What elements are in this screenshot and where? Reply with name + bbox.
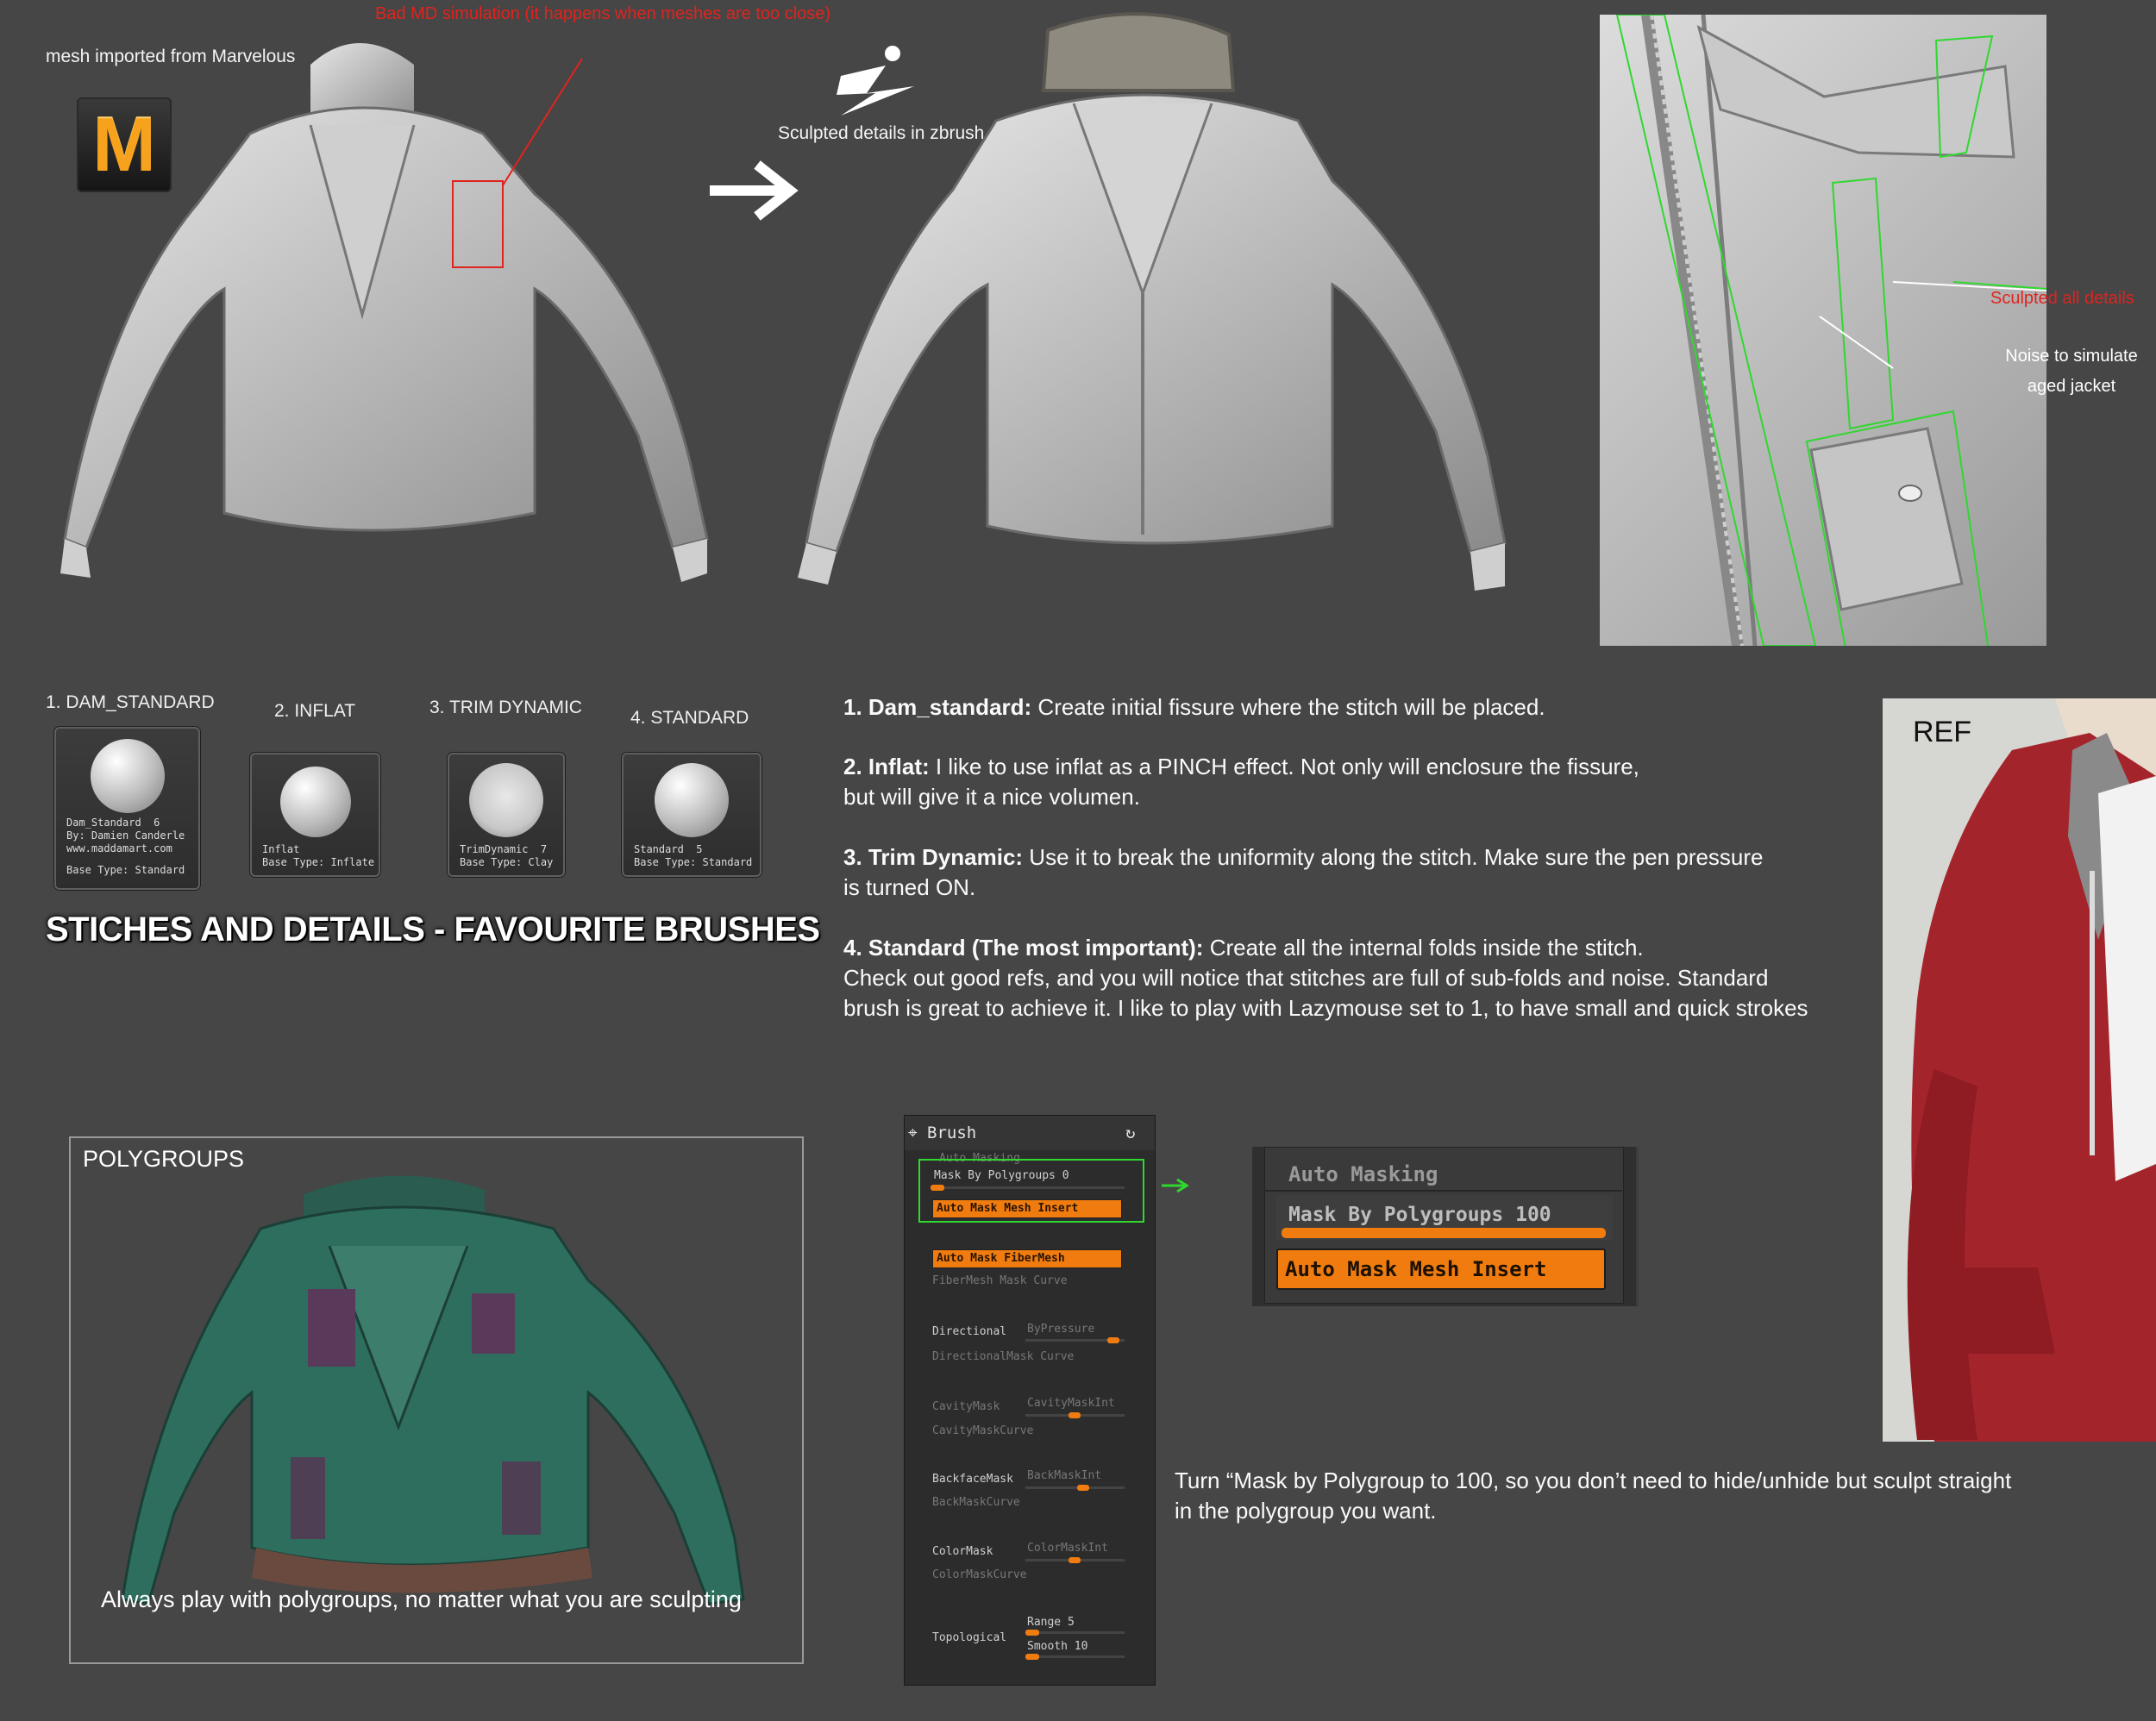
tip-head: 4. Standard (The most important): bbox=[843, 935, 1204, 961]
mask-fill bbox=[1282, 1228, 1606, 1238]
back-mask-int-slider[interactable]: BackMaskInt bbox=[1027, 1469, 1101, 1483]
highlight-box bbox=[918, 1159, 1144, 1223]
jacket-closeup-render bbox=[1600, 15, 2046, 646]
brush-name: Inflat bbox=[262, 843, 300, 855]
brush-panel-header: ⌖ Brush ↻ bbox=[905, 1116, 1155, 1150]
brush-card-trim-dynamic[interactable]: TrimDynamic 7 Base Type: Clay bbox=[448, 753, 565, 877]
auto-mask-fibermesh-toggle[interactable]: Auto Mask FiberMesh bbox=[932, 1249, 1122, 1268]
noise-note-line-1: Noise to simulate bbox=[2005, 347, 2138, 366]
tip-trim-dynamic: 3. Trim Dynamic: Use it to break the uni… bbox=[843, 842, 1878, 903]
brush-name: TrimDynamic 7 bbox=[460, 843, 548, 855]
range-track[interactable] bbox=[1025, 1630, 1125, 1636]
bad-simulation-note: Bad MD simulation (it happens when meshe… bbox=[375, 4, 831, 23]
brush-name: Standard 5 bbox=[634, 843, 703, 855]
directional-toggle[interactable]: Directional bbox=[932, 1325, 1006, 1339]
brush-website: www.maddamart.com bbox=[66, 842, 172, 854]
directional-mask-curve[interactable]: DirectionalMask Curve bbox=[932, 1350, 1074, 1364]
tip-body-3: brush is great to achieve it. I like to … bbox=[843, 995, 1808, 1021]
favourite-brushes-heading: STICHES AND DETAILS - FAVOURITE BRUSHES bbox=[46, 911, 820, 948]
brush-title-trim-dynamic: 3. TRIM DYNAMIC bbox=[429, 698, 582, 717]
color-mask-toggle[interactable]: ColorMask bbox=[932, 1545, 993, 1559]
brush-panel-title: Brush bbox=[927, 1123, 977, 1142]
polygroups-caption: Always play with polygroups, no matter w… bbox=[101, 1586, 742, 1612]
mask-track[interactable] bbox=[1282, 1228, 1606, 1238]
range-slider[interactable]: Range 5 bbox=[1027, 1616, 1075, 1630]
brush-base-type: Base Type: Inflate bbox=[262, 856, 375, 868]
note-line-2: in the polygroup you want. bbox=[1175, 1498, 1437, 1524]
color-mask-int-slider[interactable]: ColorMaskInt bbox=[1027, 1542, 1108, 1555]
jacket-render-marvelous bbox=[52, 30, 750, 582]
brush-title-standard: 4. STANDARD bbox=[630, 708, 749, 728]
tip-body-2: Check out good refs, and you will notice… bbox=[843, 965, 1769, 991]
tip-dam-standard: 1. Dam_standard: Create initial fissure … bbox=[843, 692, 1878, 723]
page: { "top": { "md_label": "mesh imported fr… bbox=[0, 0, 2156, 1721]
polygroups-panel: POLYGROUPS Always play with polygroups, … bbox=[69, 1136, 804, 1664]
divider bbox=[1264, 1190, 1622, 1192]
fibermesh-mask-curve[interactable]: FiberMesh Mask Curve bbox=[932, 1274, 1068, 1288]
tip-head: 1. Dam_standard: bbox=[843, 694, 1032, 720]
tip-body: Use it to break the uniformity along the… bbox=[1023, 844, 1764, 870]
brush-card-inflat[interactable]: Inflat Base Type: Inflate bbox=[250, 753, 380, 877]
reference-photo: REF bbox=[1883, 698, 2156, 1442]
dam-standard-brush-icon bbox=[90, 739, 165, 813]
mask-by-polygroup-note: Turn “Mask by Polygroup to 100, so you d… bbox=[1175, 1466, 2011, 1526]
auto-mask-mesh-insert-zoom-toggle[interactable]: Auto Mask Mesh Insert bbox=[1276, 1249, 1606, 1290]
zbrush-brush-panel: ⌖ Brush ↻ Auto Masking Mask By Polygroup… bbox=[904, 1115, 1156, 1686]
tip-body: I like to use inflat as a PINCH effect. … bbox=[929, 754, 1639, 779]
noise-note: Noise to simulate aged jacket bbox=[1994, 341, 2149, 402]
mask-by-polygroups-zoom-label: Mask By Polygroups 100 bbox=[1288, 1204, 1551, 1226]
brush-card-dam-standard[interactable]: Dam_Standard 6 By: Damien Canderle www.m… bbox=[54, 727, 200, 890]
by-pressure-slider[interactable]: ByPressure bbox=[1027, 1323, 1094, 1336]
polygroups-jacket-render bbox=[121, 1168, 761, 1612]
brush-title-dam-standard: 1. DAM_STANDARD bbox=[46, 692, 215, 712]
auto-masking-zoom: Auto Masking Mask By Polygroups 100 Auto… bbox=[1252, 1147, 1639, 1306]
smooth-slider[interactable]: Smooth 10 bbox=[1027, 1640, 1087, 1654]
brush-card-standard[interactable]: Standard 5 Base Type: Standard bbox=[622, 753, 761, 877]
back-mask-int-track[interactable] bbox=[1025, 1485, 1125, 1491]
inflat-brush-icon bbox=[279, 767, 351, 837]
standard-brush-icon bbox=[655, 763, 729, 837]
backface-mask-toggle[interactable]: BackfaceMask bbox=[932, 1473, 1013, 1486]
jacket-render-zbrush bbox=[780, 9, 1539, 604]
cavity-mask-int-slider[interactable]: CavityMaskInt bbox=[1027, 1397, 1115, 1411]
tip-body: Create initial fissure where the stitch … bbox=[1031, 694, 1545, 720]
smooth-track[interactable] bbox=[1025, 1654, 1125, 1660]
back-mask-curve[interactable]: BackMaskCurve bbox=[932, 1496, 1020, 1510]
tip-body-2: but will give it a nice volumen. bbox=[843, 784, 1140, 810]
brush-name: Dam_Standard 6 bbox=[66, 817, 160, 829]
mask-by-polygroups-zoom-slider[interactable]: Mask By Polygroups 100 bbox=[1276, 1195, 1613, 1240]
color-mask-int-track[interactable] bbox=[1025, 1557, 1125, 1563]
ref-label: REF bbox=[1913, 716, 1971, 748]
tip-standard: 4. Standard (The most important): Create… bbox=[843, 933, 1887, 1023]
brush-author: By: Damien Canderle bbox=[66, 829, 185, 842]
color-mask-curve[interactable]: ColorMaskCurve bbox=[932, 1568, 1027, 1582]
cavity-mask-int-track[interactable] bbox=[1025, 1412, 1125, 1418]
brush-base-type: Base Type: Standard bbox=[66, 864, 185, 876]
tip-body-2: is turned ON. bbox=[843, 874, 976, 900]
brush-base-type: Base Type: Standard bbox=[634, 856, 753, 868]
cavity-mask-toggle[interactable]: CavityMask bbox=[932, 1400, 1000, 1414]
auto-mask-mesh-insert-zoom-label: Auto Mask Mesh Insert bbox=[1285, 1257, 1547, 1281]
topological-toggle[interactable]: Topological bbox=[932, 1631, 1006, 1645]
note-line-1: Turn “Mask by Polygroup to 100, so you d… bbox=[1175, 1468, 2012, 1493]
tip-head: 3. Trim Dynamic: bbox=[843, 844, 1024, 870]
arrow-right-icon bbox=[1160, 1177, 1191, 1198]
move-handle-icon[interactable]: ⌖ bbox=[908, 1116, 918, 1150]
tip-inflat: 2. Inflat: I like to use inflat as a PIN… bbox=[843, 752, 1878, 812]
tip-head: 2. Inflat: bbox=[843, 754, 930, 779]
trim-dynamic-brush-icon bbox=[469, 763, 543, 837]
cavity-mask-curve[interactable]: CavityMaskCurve bbox=[932, 1424, 1033, 1438]
brush-title-inflat: 2. INFLAT bbox=[274, 701, 356, 721]
refresh-icon[interactable]: ↻ bbox=[1125, 1116, 1135, 1150]
brush-base-type: Base Type: Clay bbox=[460, 856, 554, 868]
auto-masking-zoom-title: Auto Masking bbox=[1288, 1162, 1438, 1186]
noise-note-line-2: aged jacket bbox=[2027, 377, 2116, 396]
sculpted-all-details-note: Sculpted all details bbox=[1990, 289, 2134, 308]
tip-body: Create all the internal folds inside the… bbox=[1203, 935, 1644, 961]
by-pressure-track[interactable] bbox=[1025, 1337, 1125, 1343]
